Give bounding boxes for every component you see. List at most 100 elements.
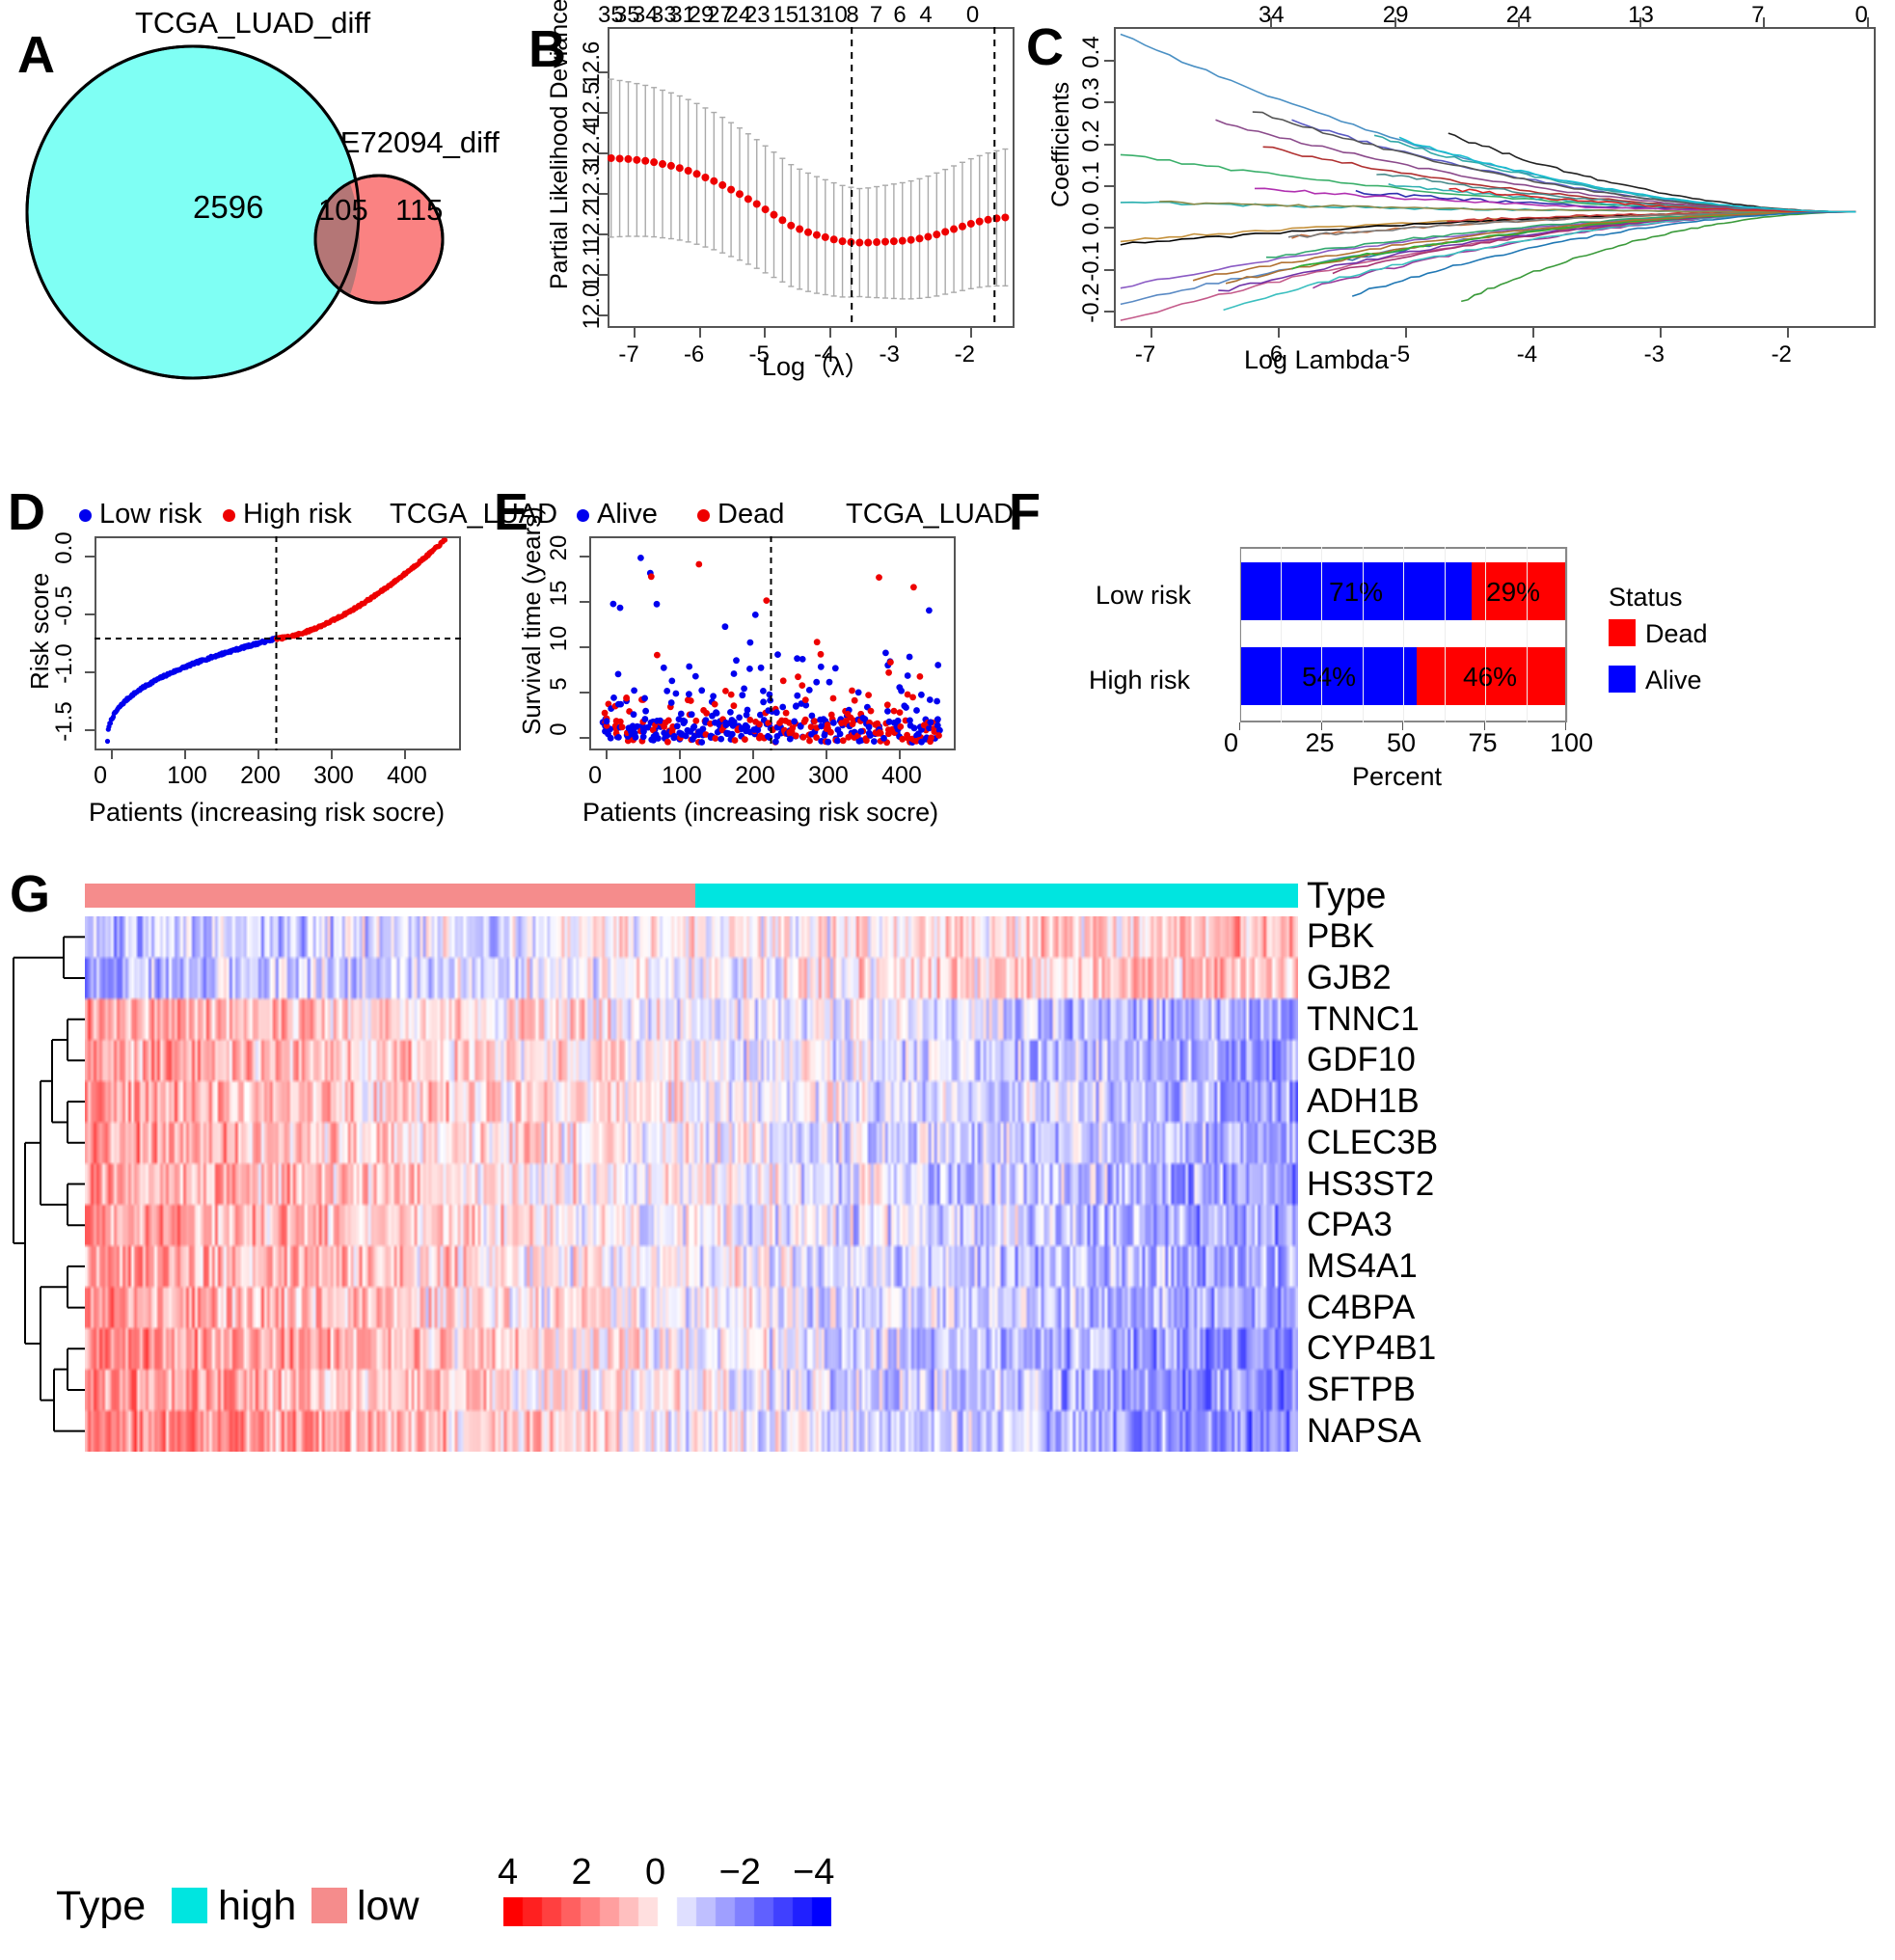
panel-c-xtick-mark bbox=[1404, 328, 1407, 338]
panel-c-ylabel: Coefficients bbox=[1047, 81, 1074, 207]
panel-c-top-tick-mark bbox=[1639, 17, 1642, 27]
panel-c-plot bbox=[1120, 33, 1856, 321]
panel-f-legend-alive: Alive bbox=[1645, 666, 1702, 694]
panel-e-xtick: 200 bbox=[735, 762, 775, 789]
panel-e-ytick-mark bbox=[580, 556, 589, 558]
heatmap-type-annotation-low bbox=[85, 884, 695, 908]
panel-b-xtick: -2 bbox=[954, 341, 975, 368]
panel-b-xtick: -3 bbox=[879, 341, 900, 368]
panel-c-xtick-mark bbox=[1786, 328, 1789, 338]
panel-f-row-label-high: High risk bbox=[1089, 666, 1191, 694]
panel-b-xtick: -4 bbox=[813, 341, 835, 368]
panel-e-xtick: 400 bbox=[881, 762, 922, 789]
panel-d-xtick: 300 bbox=[313, 762, 354, 789]
panel-f-value-high-dead: 46% bbox=[1463, 662, 1518, 692]
panel-d-xtick: 400 bbox=[387, 762, 427, 789]
heatmap-row-dendrogram bbox=[13, 936, 85, 1432]
heatmap-gene-label: GDF10 bbox=[1307, 1041, 1416, 1079]
panel-d-xlabel: Patients (increasing risk socre) bbox=[89, 798, 446, 827]
panel-c-xtick: -5 bbox=[1389, 341, 1411, 368]
panel-d-ytick: -1.5 bbox=[51, 701, 77, 742]
panel-e-legend-dead: Dead bbox=[717, 499, 785, 530]
panel-c-xtick: -4 bbox=[1516, 341, 1538, 368]
panel-c-xtick: -3 bbox=[1643, 341, 1665, 368]
heatmap-gene-label: MS4A1 bbox=[1307, 1246, 1418, 1285]
panel-b-top-axis: 35 35 34 33 31 29 27 24 23 15 13 10 8 7 6 4 0 bbox=[598, 2, 1015, 28]
panel-d-legend-dot-low bbox=[79, 509, 92, 522]
heatmap-colorscale-bar bbox=[503, 1897, 831, 1926]
heatmap-type-legend-swatch-high bbox=[172, 1888, 207, 1923]
panel-e-ytick-mark bbox=[580, 601, 589, 603]
panel-b-plot bbox=[608, 27, 1010, 328]
panel-e-ytick-mark bbox=[580, 692, 589, 694]
heatmap-gene-label: SFTPB bbox=[1307, 1370, 1416, 1408]
panel-b-ytick-mark bbox=[598, 112, 608, 114]
heatmap-colorscale-tick: −2 bbox=[718, 1852, 761, 1892]
heatmap-gene-label: PBK bbox=[1307, 917, 1375, 956]
panel-f-legend-swatch-dead bbox=[1609, 619, 1636, 646]
panel-b-top-count: 15 bbox=[772, 2, 799, 28]
heatmap-colorscale-tick: −4 bbox=[793, 1852, 835, 1892]
panel-f-row-label-low: Low risk bbox=[1096, 581, 1192, 610]
venn-count-left: 2596 bbox=[193, 189, 264, 225]
panel-d-xtick-mark bbox=[184, 750, 187, 759]
panel-label-f: F bbox=[1009, 483, 1041, 541]
panel-b-top-count: 10 bbox=[822, 2, 848, 28]
panel-d-ytick: -0.5 bbox=[51, 585, 77, 626]
panel-f-legend-swatch-alive bbox=[1609, 666, 1636, 693]
panel-b-ytick-mark bbox=[598, 233, 608, 235]
panel-e-legend-dot-dead bbox=[697, 509, 710, 522]
panel-b-xtick: -5 bbox=[748, 341, 770, 368]
panel-f-gridline bbox=[1239, 547, 1240, 722]
venn-count-right: 115 bbox=[395, 193, 444, 227]
panel-d-ytick-mark bbox=[85, 728, 95, 731]
panel-e-xtick-mark bbox=[679, 750, 682, 759]
heatmap-type-legend-low: low bbox=[357, 1883, 420, 1929]
panel-e-xtick: 100 bbox=[662, 762, 702, 789]
panel-e-xtick: 300 bbox=[808, 762, 849, 789]
panel-c-xtick: -2 bbox=[1771, 341, 1792, 368]
panel-d-ytick-mark bbox=[85, 555, 95, 558]
panel-e-xlabel: Patients (increasing risk socre) bbox=[582, 798, 939, 827]
panel-f-gridline bbox=[1444, 547, 1446, 722]
panel-c-top-tick-mark bbox=[1866, 17, 1869, 27]
panel-e-ytick-mark bbox=[580, 646, 589, 648]
heatmap-colorscale-tick: 0 bbox=[645, 1852, 666, 1892]
heatmap-gene-label: CLEC3B bbox=[1307, 1123, 1439, 1161]
panel-c-top-tick-mark bbox=[1763, 17, 1766, 27]
panel-e-legend-dot-alive bbox=[577, 509, 589, 522]
panel-d-ytick-mark bbox=[85, 612, 95, 615]
panel-c-xtick-mark bbox=[1531, 328, 1534, 338]
panel-c-xtick-mark bbox=[1277, 328, 1280, 338]
panel-b-top-count: 0 bbox=[965, 2, 980, 28]
panel-f-xtick: 50 bbox=[1387, 728, 1417, 757]
panel-d-xtick-mark bbox=[331, 750, 334, 759]
panel-f-legend-title: Status bbox=[1609, 583, 1683, 612]
heatmap-gene-label: GJB2 bbox=[1307, 959, 1392, 997]
panel-f-value-low-dead: 29% bbox=[1486, 577, 1541, 607]
panel-c-ytick-mark bbox=[1104, 101, 1114, 104]
panel-f-gridline bbox=[1362, 547, 1364, 722]
panel-f-gridline bbox=[1526, 547, 1528, 722]
heatmap-gene-label: NAPSA bbox=[1307, 1411, 1421, 1450]
heatmap-colorscale-tick: 2 bbox=[571, 1852, 592, 1892]
panel-b-ytick-mark bbox=[598, 71, 608, 73]
panel-d-ytick: 0.0 bbox=[51, 531, 77, 564]
heatmap-type-legend-swatch-low bbox=[311, 1888, 347, 1923]
panel-c-top-tick-mark bbox=[1394, 17, 1396, 27]
heatmap-matrix bbox=[85, 916, 1298, 1452]
panel-f-gridline bbox=[1403, 547, 1404, 722]
heatmap-gene-label: HS3ST2 bbox=[1307, 1164, 1435, 1203]
panel-f-gridline bbox=[1280, 547, 1282, 722]
heatmap-type-annotation-high bbox=[695, 884, 1298, 908]
panel-b-xtick-mark bbox=[698, 328, 701, 338]
heatmap-type-legend-label: Type bbox=[56, 1883, 147, 1929]
panel-f-legend-dead: Dead bbox=[1645, 619, 1708, 648]
panel-e-xtick-mark bbox=[899, 750, 902, 759]
panel-e-plot bbox=[599, 536, 943, 750]
heatmap-type-legend-high: high bbox=[218, 1883, 297, 1929]
panel-d-xtick-mark bbox=[257, 750, 260, 759]
panel-f-gridline bbox=[1485, 547, 1486, 722]
panel-b-xtick-mark bbox=[828, 328, 831, 338]
panel-b-top-count: 8 bbox=[846, 2, 859, 28]
